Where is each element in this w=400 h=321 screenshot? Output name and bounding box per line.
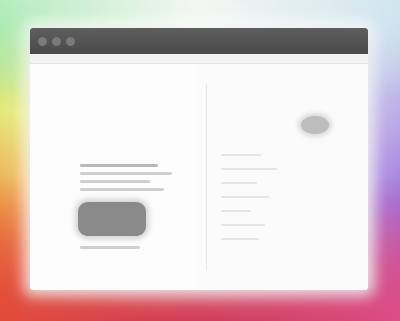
text-line <box>221 168 277 170</box>
text-line <box>80 246 140 249</box>
text-line <box>80 188 164 191</box>
window-titlebar[interactable] <box>30 28 368 54</box>
text-line <box>221 238 259 240</box>
close-icon[interactable] <box>38 36 47 46</box>
window-toolbar <box>30 54 368 64</box>
avatar-icon[interactable] <box>301 116 329 134</box>
maximize-icon[interactable] <box>66 36 75 46</box>
text-line <box>80 164 158 167</box>
minimize-icon[interactable] <box>52 36 61 46</box>
app-window <box>30 28 368 290</box>
window-controls <box>38 36 75 46</box>
text-line <box>221 182 257 184</box>
image-icon[interactable] <box>78 202 146 236</box>
text-line <box>221 224 265 226</box>
left-pane <box>30 64 195 290</box>
text-line <box>221 210 251 212</box>
text-line <box>221 154 261 156</box>
text-line <box>80 172 172 175</box>
right-pane <box>207 64 368 290</box>
text-line <box>221 196 269 198</box>
text-line <box>80 180 150 183</box>
window-content <box>30 64 368 290</box>
